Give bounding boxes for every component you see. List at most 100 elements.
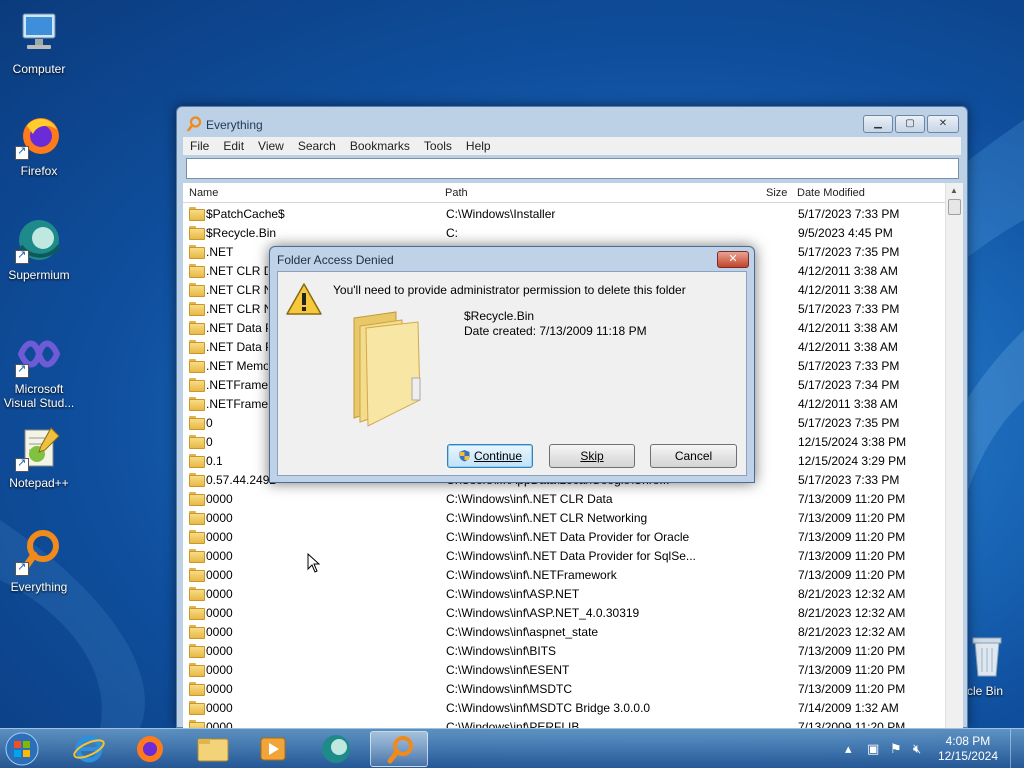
folder-access-denied-dialog: Folder Access Denied ✕ You'll need to pr… [269,246,755,483]
notepad-plus-plus-icon [15,424,63,472]
everything-search-icon [387,736,413,764]
cancel-button[interactable]: Cancel [650,444,737,468]
row-name: 0000 [206,587,233,601]
desktop-icon-label: Supermium [8,268,70,282]
row-name: 0000 [206,511,233,525]
menu-tools[interactable]: Tools [417,137,459,155]
dialog-close-button[interactable]: ✕ [717,251,749,268]
taskbar-supermium[interactable] [307,731,365,767]
volume-muted-icon[interactable]: 🔇︎ [913,741,921,757]
table-row[interactable]: 0000 C:\Windows\inf\ASP.NET_4.0.30319 8/21… [183,603,945,622]
table-row[interactable]: 0000 C:\Windows\inf\ESENT 7/13/2009 11:20 … [183,660,945,679]
tray-show-hidden-icon[interactable]: ▴ [845,741,852,757]
show-desktop-button[interactable] [1010,729,1024,768]
maximize-button[interactable]: ▢ [895,115,925,133]
shortcut-arrow-icon [15,144,29,160]
row-date: 7/13/2009 11:20 PM [798,682,906,696]
network-icon[interactable]: ▣ [867,741,879,757]
menu-help[interactable]: Help [459,137,498,155]
desktop-icon-label: Computer [12,62,66,76]
row-path: C:\Windows\inf\ASP.NET [446,587,580,601]
table-row[interactable]: $PatchCache$ C:\Windows\Installer 5/17/202… [183,204,945,223]
row-date: 4/12/2011 3:38 AM [798,264,898,278]
column-name-header[interactable]: Name [189,187,218,199]
folder-icon [189,511,205,525]
start-button[interactable] [0,731,52,767]
row-date: 5/17/2023 7:33 PM [798,207,900,221]
row-name: .NET CLR Da [206,264,268,278]
desktop-icon-computer[interactable]: Computer [0,10,78,76]
scroll-thumb[interactable] [948,199,961,215]
menu-file[interactable]: File [183,137,216,155]
row-name: 0000 [206,625,233,639]
folder-icon [189,682,205,696]
folder-icon [189,454,205,468]
row-name: .NET Memo [206,359,268,373]
menu-edit[interactable]: Edit [216,137,251,155]
action-center-flag-icon[interactable]: ⚑ [890,741,902,757]
table-row[interactable]: 0000 C:\Windows\inf\.NET Data Provider fo… [183,527,945,546]
window-titlebar[interactable]: Everything ▁ ▢ ✕ [177,107,967,137]
table-row[interactable]: 0000 C:\Windows\inf\.NET CLR Data 7/13/200… [183,489,945,508]
skip-button-label: Skip [580,449,604,463]
table-row[interactable]: $Recycle.Bin C: 9/5/2023 4:45 PM [183,223,945,242]
search-input[interactable] [186,158,959,179]
vertical-scrollbar[interactable]: ▲ [945,183,963,729]
row-path: C:\Windows\inf\BITS [446,644,557,658]
row-name: .NETFramew [206,378,268,392]
firefox-icon [137,736,163,762]
taskbar-explorer[interactable] [184,731,242,767]
taskbar-firefox[interactable] [121,731,179,767]
row-date: 7/13/2009 11:20 PM [798,492,906,506]
menu-view[interactable]: View [251,137,291,155]
table-row[interactable]: 0000 C:\Windows\inf\ASP.NET 8/21/2023 12:3… [183,584,945,603]
table-row[interactable]: 0000 C:\Windows\inf\aspnet_state 8/21/2023… [183,622,945,641]
taskbar-internet-explorer[interactable] [60,731,118,767]
table-row[interactable]: 0000 C:\Windows\inf\.NETFramework 7/13/200… [183,565,945,584]
close-button[interactable]: ✕ [927,115,959,133]
row-name: 0 [206,416,213,430]
desktop-icon-everything[interactable]: Everything [0,528,78,594]
mouse-cursor-icon [307,553,321,573]
table-row[interactable]: 0000 C:\Windows\inf\.NET CLR Networking 7/… [183,508,945,527]
folder-icon [189,416,205,430]
row-date: 8/21/2023 12:32 AM [798,625,906,639]
desktop-icon-supermium[interactable]: Supermium [0,216,78,282]
taskbar-everything[interactable] [370,731,428,767]
supermium-icon [322,735,350,763]
row-name: 0000 [206,663,233,677]
continue-button[interactable]: Continue [447,444,533,468]
table-row[interactable]: 0000 C:\Windows\inf\MSDTC Bridge 3.0.0.0 7… [183,698,945,717]
menu-search[interactable]: Search [291,137,343,155]
row-date: 5/17/2023 7:33 PM [798,473,900,487]
column-size-header[interactable]: Size [766,187,787,199]
row-name: $PatchCache$ [206,207,285,221]
folder-icon [189,625,205,639]
table-row[interactable]: 0000 C:\Windows\inf\.NET Data Provider fo… [183,546,945,565]
continue-button-label: Continue [473,449,523,463]
desktop-icon-notepad-plus-plus[interactable]: Notepad++ [0,424,78,490]
column-date-header[interactable]: Date Modified [797,187,865,199]
clock[interactable]: 4:08 PM 12/15/2024 [938,734,998,764]
minimize-button[interactable]: ▁ [863,115,893,133]
desktop-icon-visual-studio[interactable]: Microsoft Visual Stud... [0,330,78,410]
folder-icon [189,644,205,658]
table-row[interactable]: 0000 C:\Windows\inf\MSDTC 7/13/2009 11:20 … [183,679,945,698]
folder-icon [189,492,205,506]
row-name: .NET [206,245,234,259]
row-date: 7/13/2009 11:20 PM [798,663,906,677]
folder-icon [189,340,205,354]
scroll-up-arrow-icon[interactable]: ▲ [950,186,958,195]
column-path-header[interactable]: Path [445,187,468,199]
menu-bookmarks[interactable]: Bookmarks [343,137,417,155]
taskbar-media-player[interactable] [244,731,302,767]
row-path: C:\Windows\inf\.NET CLR Networking [446,511,648,525]
folder-name: $Recycle.Bin [464,309,535,323]
row-name: .NET CLR Ne [206,302,268,316]
folder-icon [189,378,205,392]
desktop-icon-firefox[interactable]: Firefox [0,112,78,178]
internet-explorer-icon [73,735,105,763]
table-row[interactable]: 0000 C:\Windows\inf\BITS 7/13/2009 11:20 P… [183,641,945,660]
folder-info: $Recycle.Bin Date created: 7/13/2009 11:… [464,309,647,339]
skip-button[interactable]: Skip [549,444,635,468]
